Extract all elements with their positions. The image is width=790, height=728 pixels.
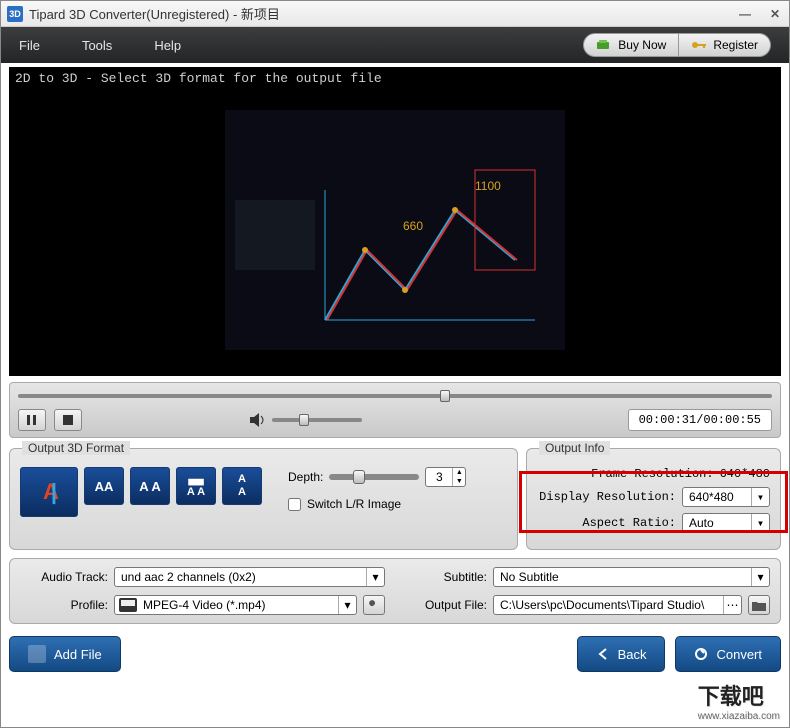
register-button[interactable]: Register bbox=[679, 33, 771, 57]
pause-button[interactable] bbox=[18, 409, 46, 431]
window-title: Tipard 3D Converter(Unregistered) - 新项目 bbox=[29, 4, 737, 23]
preview-hint: 2D to 3D - Select 3D format for the outp… bbox=[9, 67, 781, 90]
profile-settings-button[interactable] bbox=[363, 595, 385, 615]
output-label: Output File: bbox=[405, 598, 487, 612]
open-folder-button[interactable] bbox=[748, 595, 770, 615]
menu-help[interactable]: Help bbox=[154, 38, 181, 53]
menubar: File Tools Help Buy Now Register bbox=[1, 27, 789, 63]
depth-down[interactable]: ▼ bbox=[453, 477, 465, 486]
audio-label: Audio Track: bbox=[20, 570, 108, 584]
aspect-value[interactable] bbox=[683, 516, 751, 530]
chevron-down-icon[interactable]: ▾ bbox=[751, 488, 769, 506]
format-legend: Output 3D Format bbox=[22, 441, 130, 455]
depth-label: Depth: bbox=[288, 470, 323, 484]
back-arrow-icon bbox=[596, 647, 610, 661]
menu-file[interactable]: File bbox=[19, 38, 40, 53]
wrench-icon bbox=[368, 599, 380, 611]
settings-group: Audio Track: ▾ Subtitle: ▾ Profile: ▾ Ou… bbox=[9, 558, 781, 624]
mpeg-icon bbox=[119, 598, 137, 612]
ellipsis-icon[interactable]: ⋯ bbox=[723, 596, 741, 614]
preview-image: 660 1100 bbox=[225, 110, 565, 350]
svg-text:660: 660 bbox=[403, 219, 423, 233]
time-display: 00:00:31/00:00:55 bbox=[628, 409, 772, 431]
info-legend: Output Info bbox=[539, 441, 610, 455]
subtitle-combo[interactable]: ▾ bbox=[493, 567, 770, 587]
frame-res-label: Frame Resolution: bbox=[537, 467, 714, 481]
switch-lr-checkbox[interactable]: Switch L/R Image bbox=[288, 497, 466, 511]
volume-slider[interactable] bbox=[272, 418, 362, 422]
folder-icon bbox=[752, 600, 766, 611]
app-icon: 3D bbox=[7, 6, 23, 22]
aspect-label: Aspect Ratio: bbox=[537, 516, 676, 530]
minimize-button[interactable]: — bbox=[737, 6, 753, 22]
output-info-group: Output Info Frame Resolution: 640*480 Di… bbox=[526, 448, 781, 550]
format-tab-full-button[interactable]: AA bbox=[222, 467, 262, 505]
back-button[interactable]: Back bbox=[577, 636, 666, 672]
key-icon bbox=[691, 39, 707, 51]
chevron-down-icon[interactable]: ▾ bbox=[751, 568, 769, 586]
subtitle-label: Subtitle: bbox=[405, 570, 487, 584]
display-res-label: Display Resolution: bbox=[537, 490, 676, 504]
buy-now-button[interactable]: Buy Now bbox=[583, 33, 679, 57]
svg-text:1100: 1100 bbox=[475, 179, 501, 193]
aspect-combo[interactable]: ▾ bbox=[682, 513, 770, 533]
stop-button[interactable] bbox=[54, 409, 82, 431]
format-tab-half-button[interactable]: ▄▄A A bbox=[176, 467, 216, 505]
playback-controls: 00:00:31/00:00:55 bbox=[9, 382, 781, 438]
add-file-icon bbox=[28, 645, 46, 663]
depth-slider[interactable] bbox=[329, 474, 419, 480]
format-sbs-half-button[interactable]: AA bbox=[84, 467, 124, 505]
seek-slider[interactable] bbox=[18, 394, 772, 398]
profile-combo[interactable]: ▾ bbox=[114, 595, 357, 615]
audio-combo[interactable]: ▾ bbox=[114, 567, 385, 587]
output-combo[interactable]: ⋯ bbox=[493, 595, 742, 615]
depth-value[interactable] bbox=[426, 470, 452, 484]
preview-area: 2D to 3D - Select 3D format for the outp… bbox=[9, 67, 781, 376]
convert-icon bbox=[694, 647, 708, 661]
format-sbs-full-button[interactable]: A A bbox=[130, 467, 170, 505]
bottom-bar: Add File Back Convert bbox=[9, 636, 781, 672]
profile-label: Profile: bbox=[20, 598, 108, 612]
menu-tools[interactable]: Tools bbox=[82, 38, 112, 53]
display-res-value[interactable] bbox=[683, 490, 751, 504]
frame-res-value: 640*480 bbox=[720, 467, 770, 481]
watermark: 下载吧 www.xiazaiba.com bbox=[698, 679, 780, 722]
output-format-group: Output 3D Format A| AA A A ▄▄A A AA Dept… bbox=[9, 448, 518, 550]
chevron-down-icon[interactable]: ▾ bbox=[366, 568, 384, 586]
chevron-down-icon[interactable]: ▾ bbox=[338, 596, 356, 614]
depth-up[interactable]: ▲ bbox=[453, 468, 465, 477]
close-button[interactable]: ✕ bbox=[767, 6, 783, 22]
display-res-combo[interactable]: ▾ bbox=[682, 487, 770, 507]
cart-icon bbox=[596, 39, 612, 51]
add-file-button[interactable]: Add File bbox=[9, 636, 121, 672]
format-anaglyph-button[interactable]: A| bbox=[20, 467, 78, 517]
depth-spinner[interactable]: ▲▼ bbox=[425, 467, 466, 487]
titlebar: 3D Tipard 3D Converter(Unregistered) - 新… bbox=[1, 1, 789, 27]
convert-button[interactable]: Convert bbox=[675, 636, 781, 672]
chevron-down-icon[interactable]: ▾ bbox=[751, 514, 769, 532]
volume-icon bbox=[250, 413, 266, 427]
